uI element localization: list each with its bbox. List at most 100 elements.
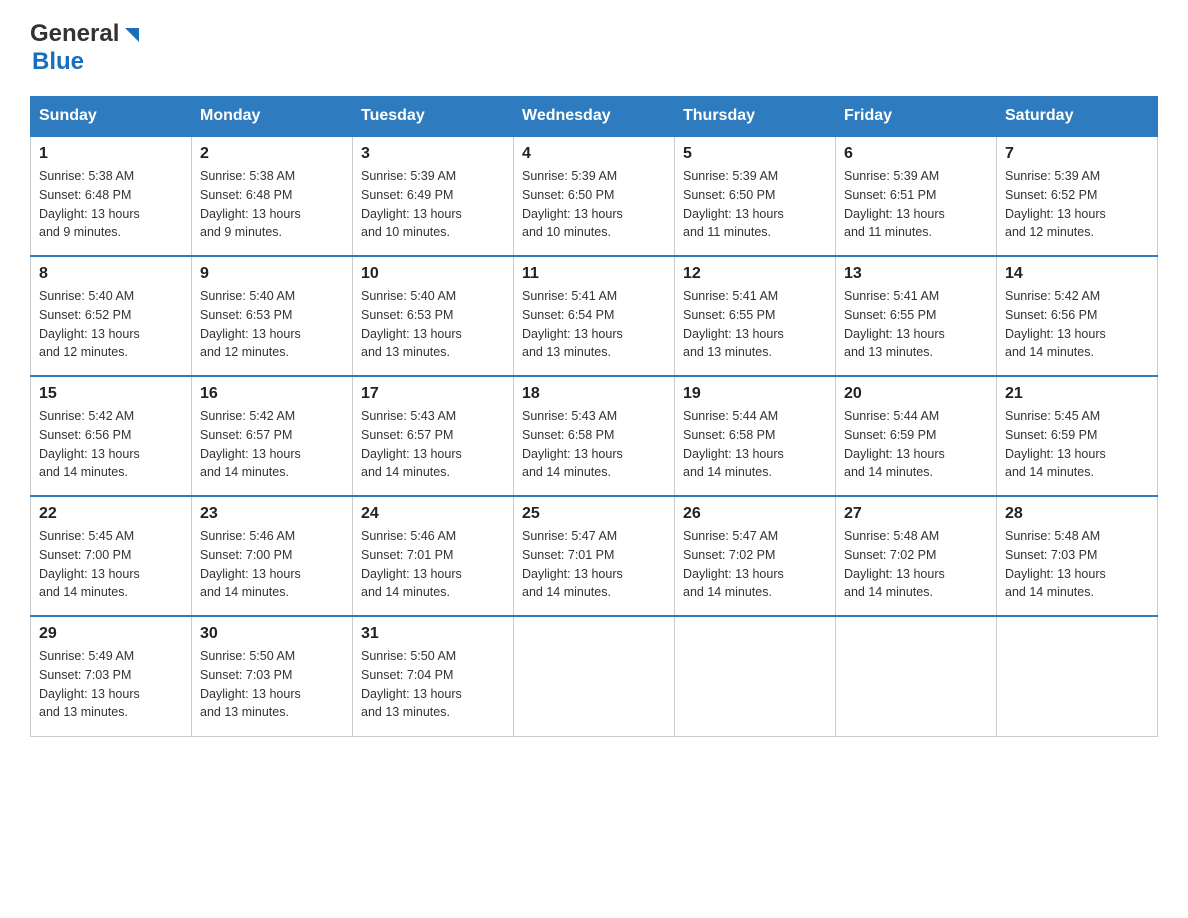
- day-info: Sunrise: 5:38 AM Sunset: 6:48 PM Dayligh…: [39, 167, 183, 242]
- calendar-cell: 27 Sunrise: 5:48 AM Sunset: 7:02 PM Dayl…: [836, 496, 997, 616]
- header-cell-saturday: Saturday: [997, 97, 1158, 137]
- day-info: Sunrise: 5:48 AM Sunset: 7:03 PM Dayligh…: [1005, 527, 1149, 602]
- day-info: Sunrise: 5:40 AM Sunset: 6:53 PM Dayligh…: [200, 287, 344, 362]
- day-number: 9: [200, 265, 344, 283]
- day-number: 31: [361, 625, 505, 643]
- day-info: Sunrise: 5:41 AM Sunset: 6:55 PM Dayligh…: [844, 287, 988, 362]
- day-number: 1: [39, 145, 183, 163]
- day-info: Sunrise: 5:50 AM Sunset: 7:03 PM Dayligh…: [200, 647, 344, 722]
- day-number: 22: [39, 505, 183, 523]
- calendar-cell: 1 Sunrise: 5:38 AM Sunset: 6:48 PM Dayli…: [31, 136, 192, 256]
- header-cell-thursday: Thursday: [675, 97, 836, 137]
- day-number: 26: [683, 505, 827, 523]
- day-number: 23: [200, 505, 344, 523]
- day-info: Sunrise: 5:42 AM Sunset: 6:57 PM Dayligh…: [200, 407, 344, 482]
- day-number: 24: [361, 505, 505, 523]
- logo-blue-text: Blue: [32, 48, 84, 75]
- calendar-cell: 13 Sunrise: 5:41 AM Sunset: 6:55 PM Dayl…: [836, 256, 997, 376]
- calendar-cell: 22 Sunrise: 5:45 AM Sunset: 7:00 PM Dayl…: [31, 496, 192, 616]
- day-info: Sunrise: 5:40 AM Sunset: 6:53 PM Dayligh…: [361, 287, 505, 362]
- day-number: 20: [844, 385, 988, 403]
- header-cell-wednesday: Wednesday: [514, 97, 675, 137]
- calendar-week-3: 15 Sunrise: 5:42 AM Sunset: 6:56 PM Dayl…: [31, 376, 1158, 496]
- day-info: Sunrise: 5:45 AM Sunset: 7:00 PM Dayligh…: [39, 527, 183, 602]
- calendar-cell: 11 Sunrise: 5:41 AM Sunset: 6:54 PM Dayl…: [514, 256, 675, 376]
- calendar-cell: 14 Sunrise: 5:42 AM Sunset: 6:56 PM Dayl…: [997, 256, 1158, 376]
- header-cell-tuesday: Tuesday: [353, 97, 514, 137]
- calendar-cell: 10 Sunrise: 5:40 AM Sunset: 6:53 PM Dayl…: [353, 256, 514, 376]
- day-info: Sunrise: 5:41 AM Sunset: 6:55 PM Dayligh…: [683, 287, 827, 362]
- day-number: 6: [844, 145, 988, 163]
- day-info: Sunrise: 5:40 AM Sunset: 6:52 PM Dayligh…: [39, 287, 183, 362]
- day-number: 28: [1005, 505, 1149, 523]
- calendar-week-1: 1 Sunrise: 5:38 AM Sunset: 6:48 PM Dayli…: [31, 136, 1158, 256]
- day-number: 11: [522, 265, 666, 283]
- logo: General Blue: [30, 20, 143, 76]
- day-number: 27: [844, 505, 988, 523]
- day-number: 5: [683, 145, 827, 163]
- day-info: Sunrise: 5:39 AM Sunset: 6:52 PM Dayligh…: [1005, 167, 1149, 242]
- day-number: 10: [361, 265, 505, 283]
- day-number: 16: [200, 385, 344, 403]
- day-info: Sunrise: 5:39 AM Sunset: 6:50 PM Dayligh…: [683, 167, 827, 242]
- calendar-cell: 5 Sunrise: 5:39 AM Sunset: 6:50 PM Dayli…: [675, 136, 836, 256]
- calendar-cell: 4 Sunrise: 5:39 AM Sunset: 6:50 PM Dayli…: [514, 136, 675, 256]
- day-info: Sunrise: 5:47 AM Sunset: 7:01 PM Dayligh…: [522, 527, 666, 602]
- day-info: Sunrise: 5:44 AM Sunset: 6:58 PM Dayligh…: [683, 407, 827, 482]
- day-info: Sunrise: 5:50 AM Sunset: 7:04 PM Dayligh…: [361, 647, 505, 722]
- calendar-cell: 18 Sunrise: 5:43 AM Sunset: 6:58 PM Dayl…: [514, 376, 675, 496]
- day-number: 18: [522, 385, 666, 403]
- calendar-cell: 12 Sunrise: 5:41 AM Sunset: 6:55 PM Dayl…: [675, 256, 836, 376]
- page-header: General Blue: [30, 20, 1158, 76]
- day-number: 7: [1005, 145, 1149, 163]
- day-info: Sunrise: 5:39 AM Sunset: 6:49 PM Dayligh…: [361, 167, 505, 242]
- day-info: Sunrise: 5:49 AM Sunset: 7:03 PM Dayligh…: [39, 647, 183, 722]
- day-info: Sunrise: 5:46 AM Sunset: 7:01 PM Dayligh…: [361, 527, 505, 602]
- calendar-cell: 29 Sunrise: 5:49 AM Sunset: 7:03 PM Dayl…: [31, 616, 192, 736]
- calendar-cell: [675, 616, 836, 736]
- calendar-cell: 25 Sunrise: 5:47 AM Sunset: 7:01 PM Dayl…: [514, 496, 675, 616]
- day-number: 25: [522, 505, 666, 523]
- calendar-cell: [514, 616, 675, 736]
- calendar-cell: 23 Sunrise: 5:46 AM Sunset: 7:00 PM Dayl…: [192, 496, 353, 616]
- day-info: Sunrise: 5:38 AM Sunset: 6:48 PM Dayligh…: [200, 167, 344, 242]
- header-cell-sunday: Sunday: [31, 97, 192, 137]
- day-number: 4: [522, 145, 666, 163]
- day-number: 3: [361, 145, 505, 163]
- calendar-week-4: 22 Sunrise: 5:45 AM Sunset: 7:00 PM Dayl…: [31, 496, 1158, 616]
- day-info: Sunrise: 5:45 AM Sunset: 6:59 PM Dayligh…: [1005, 407, 1149, 482]
- header-row: SundayMondayTuesdayWednesdayThursdayFrid…: [31, 97, 1158, 137]
- day-info: Sunrise: 5:47 AM Sunset: 7:02 PM Dayligh…: [683, 527, 827, 602]
- calendar-cell: 6 Sunrise: 5:39 AM Sunset: 6:51 PM Dayli…: [836, 136, 997, 256]
- calendar-cell: 21 Sunrise: 5:45 AM Sunset: 6:59 PM Dayl…: [997, 376, 1158, 496]
- calendar-cell: 3 Sunrise: 5:39 AM Sunset: 6:49 PM Dayli…: [353, 136, 514, 256]
- calendar-cell: 20 Sunrise: 5:44 AM Sunset: 6:59 PM Dayl…: [836, 376, 997, 496]
- calendar-cell: 7 Sunrise: 5:39 AM Sunset: 6:52 PM Dayli…: [997, 136, 1158, 256]
- day-number: 14: [1005, 265, 1149, 283]
- day-number: 21: [1005, 385, 1149, 403]
- day-number: 15: [39, 385, 183, 403]
- calendar-cell: 24 Sunrise: 5:46 AM Sunset: 7:01 PM Dayl…: [353, 496, 514, 616]
- day-number: 30: [200, 625, 344, 643]
- day-info: Sunrise: 5:42 AM Sunset: 6:56 PM Dayligh…: [39, 407, 183, 482]
- day-number: 17: [361, 385, 505, 403]
- calendar-cell: 31 Sunrise: 5:50 AM Sunset: 7:04 PM Dayl…: [353, 616, 514, 736]
- day-number: 12: [683, 265, 827, 283]
- calendar-cell: 17 Sunrise: 5:43 AM Sunset: 6:57 PM Dayl…: [353, 376, 514, 496]
- calendar-cell: [997, 616, 1158, 736]
- calendar-cell: 9 Sunrise: 5:40 AM Sunset: 6:53 PM Dayli…: [192, 256, 353, 376]
- day-number: 13: [844, 265, 988, 283]
- calendar-table: SundayMondayTuesdayWednesdayThursdayFrid…: [30, 96, 1158, 737]
- day-info: Sunrise: 5:44 AM Sunset: 6:59 PM Dayligh…: [844, 407, 988, 482]
- calendar-week-2: 8 Sunrise: 5:40 AM Sunset: 6:52 PM Dayli…: [31, 256, 1158, 376]
- calendar-cell: 26 Sunrise: 5:47 AM Sunset: 7:02 PM Dayl…: [675, 496, 836, 616]
- calendar-week-5: 29 Sunrise: 5:49 AM Sunset: 7:03 PM Dayl…: [31, 616, 1158, 736]
- header-cell-monday: Monday: [192, 97, 353, 137]
- day-info: Sunrise: 5:39 AM Sunset: 6:50 PM Dayligh…: [522, 167, 666, 242]
- calendar-cell: 8 Sunrise: 5:40 AM Sunset: 6:52 PM Dayli…: [31, 256, 192, 376]
- day-info: Sunrise: 5:43 AM Sunset: 6:57 PM Dayligh…: [361, 407, 505, 482]
- day-info: Sunrise: 5:41 AM Sunset: 6:54 PM Dayligh…: [522, 287, 666, 362]
- logo-triangle-icon: [121, 24, 143, 46]
- day-info: Sunrise: 5:42 AM Sunset: 6:56 PM Dayligh…: [1005, 287, 1149, 362]
- calendar-cell: 15 Sunrise: 5:42 AM Sunset: 6:56 PM Dayl…: [31, 376, 192, 496]
